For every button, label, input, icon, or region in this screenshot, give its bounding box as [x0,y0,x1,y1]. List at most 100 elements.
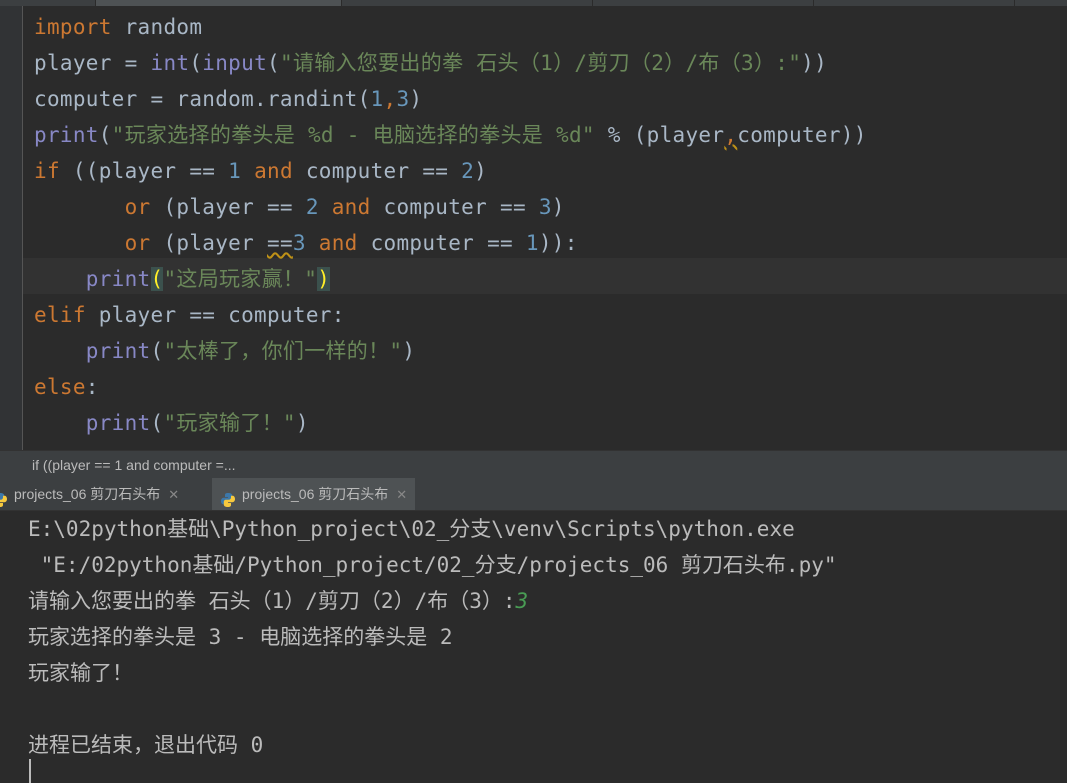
code-token: 3 [292,231,306,255]
code-token: computer)) [737,123,867,147]
code-token: ( [189,51,203,75]
code-line[interactable]: if ((player == 1 and computer == 2) [34,153,487,189]
close-icon[interactable]: ✕ [396,487,407,502]
code-token: (player == [150,195,306,219]
console-text: E:\02python基础\Python_project\02_分支\venv\… [28,517,795,541]
code-line[interactable]: print("太棒了，你们一样的！") [34,333,415,369]
console-line: 进程已结束，退出代码 0 [28,727,263,763]
code-token: ( [150,267,164,291]
python-icon [0,487,8,508]
code-token: 1 [525,231,539,255]
close-icon[interactable]: ✕ [168,487,179,502]
code-token: player == computer: [85,303,345,327]
code-token: ) [409,87,423,111]
code-token: )): [538,231,578,255]
code-token: else [34,375,86,399]
code-token: "这局玩家赢！" [163,267,318,291]
console-line: 玩家输了！ [28,655,133,691]
code-token: 3 [396,87,410,111]
console-user-input: 3 [515,589,529,613]
code-token: ( [150,339,164,363]
breadcrumb-text[interactable]: if ((player == 1 and computer =... [32,451,236,479]
console-line: 请输入您要出的拳 石头（1）/剪刀（2）/布（3）:3 [28,583,528,619]
code-line[interactable]: or (player ==3 and computer == 1)): [34,225,578,261]
code-token: int [150,51,190,75]
code-token: and [254,159,293,183]
code-token: player = [34,51,151,75]
code-token: 1 [370,87,384,111]
code-token: input [202,51,268,75]
code-token: random [111,15,203,39]
code-line[interactable]: import random [34,9,202,45]
code-token: or [124,195,151,219]
code-token: )) [801,51,828,75]
code-token: if [34,159,60,183]
code-line[interactable]: print("玩家输了！") [34,405,309,441]
editor-gutter[interactable] [0,6,23,450]
console-text: "E:/02python基础/Python_project/02_分支/proj… [28,553,837,577]
code-token: ( [98,123,112,147]
code-token: ) [295,411,309,435]
code-token: computer = random.randint( [34,87,371,111]
code-token: import [34,15,112,39]
console-cursor [29,759,31,783]
console-text: 进程已结束，退出代码 0 [28,733,264,757]
code-token: ((player == [59,159,229,183]
run-tab-bar: projects_06 剪刀石头布 ✕ projects_06 剪刀石头布 ✕ [0,478,1067,511]
code-line[interactable]: print("玩家选择的拳头是 %d - 电脑选择的拳头是 %d" % (pla… [34,117,867,153]
code-token: 3 [538,195,552,219]
code-token: ) [474,159,488,183]
code-token: ( [150,411,164,435]
code-token: 2 [461,159,475,183]
code-token: 2 [305,195,319,219]
console-line: "E:/02python基础/Python_project/02_分支/proj… [28,547,837,583]
python-icon [220,487,236,508]
code-token: % (player [594,123,725,147]
code-token: : [85,375,99,399]
code-token: computer == [357,231,526,255]
code-token: "太棒了，你们一样的！" [163,339,403,363]
code-token: (player [150,231,267,255]
console-text: 玩家选择的拳头是 3 - 电脑选择的拳头是 2 [28,625,453,649]
code-token: print [85,339,151,363]
code-line[interactable]: elif player == computer: [34,297,345,333]
console-line: E:\02python基础\Python_project\02_分支\venv\… [28,511,795,547]
code-token: 1 [228,159,242,183]
code-token: "请输入您要出的拳 石头（1）/剪刀（2）/布（3）:" [279,51,802,75]
console-text: 玩家输了！ [28,661,133,685]
code-line[interactable]: player = int(input("请输入您要出的拳 石头（1）/剪刀（2）… [34,45,827,81]
code-token: , [724,123,738,147]
code-token: elif [34,303,86,327]
code-token: or [124,231,151,255]
code-token: computer == [370,195,539,219]
breadcrumb[interactable]: if ((player == 1 and computer =... [0,450,1067,479]
code-line[interactable]: else: [34,369,99,405]
code-line[interactable]: print("这局玩家赢！") [34,261,331,297]
run-tab[interactable]: projects_06 剪刀石头布 ✕ [0,478,187,510]
code-token: print [85,267,151,291]
code-token: ( [267,51,280,75]
run-tab-label: projects_06 剪刀石头布 [242,486,389,502]
console-line: 玩家选择的拳头是 3 - 电脑选择的拳头是 2 [28,619,453,655]
code-token: print [85,411,151,435]
code-token: ) [402,339,416,363]
code-editor[interactable]: import random player = int(input("请输入您要出的… [0,6,1067,450]
run-tab-label: projects_06 剪刀石头布 [14,486,161,502]
code-token: , [383,87,397,111]
run-tab-active[interactable]: projects_06 剪刀石头布 ✕ [212,478,416,510]
code-token: and [318,231,358,255]
code-token: and [331,195,371,219]
code-line[interactable]: computer = random.randint(1,3) [34,81,422,117]
run-console[interactable]: E:\02python基础\Python_project\02_分支\venv\… [0,511,1067,783]
code-token: ) [317,267,331,291]
code-token: "玩家选择的拳头是 %d - 电脑选择的拳头是 %d" [111,123,595,147]
code-line[interactable]: or (player == 2 and computer == 3) [34,189,565,225]
code-token: "玩家输了！" [163,411,296,435]
